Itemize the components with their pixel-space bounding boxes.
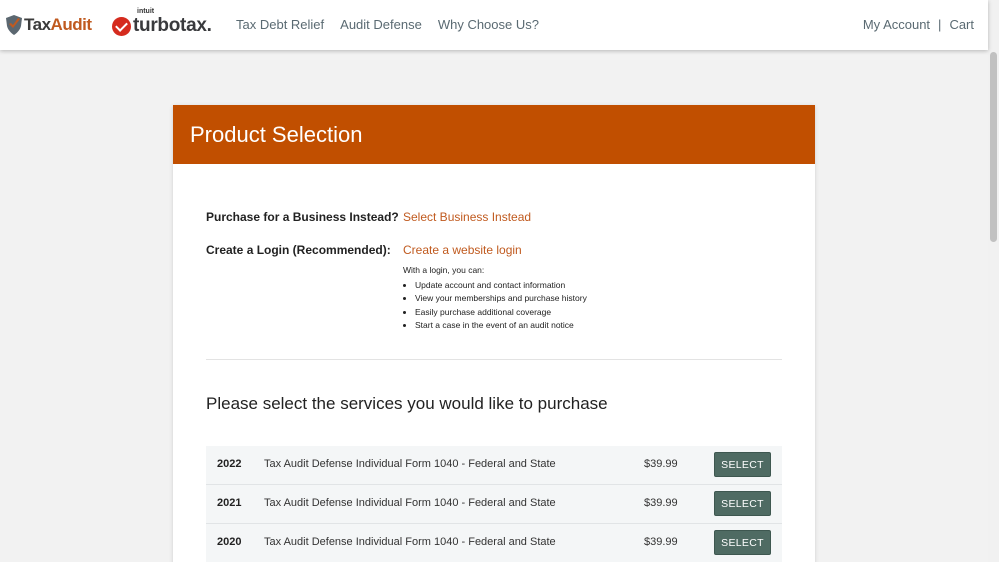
taxaudit-wordmark-suffix: Audit bbox=[50, 15, 92, 34]
nav-separator: | bbox=[938, 17, 942, 32]
product-row: 2021 Tax Audit Defense Individual Form 1… bbox=[206, 485, 782, 524]
list-item: View your memberships and purchase histo… bbox=[415, 292, 587, 305]
top-navigation-bar: TaxAudit intuit turbotax. Tax Debt Relie… bbox=[0, 0, 988, 50]
create-login-link[interactable]: Create a website login bbox=[403, 243, 522, 257]
list-item: Update account and contact information bbox=[415, 279, 587, 292]
scrollbar-thumb[interactable] bbox=[990, 52, 997, 242]
taxaudit-wordmark-prefix: Tax bbox=[24, 15, 51, 34]
page-title: Product Selection bbox=[190, 121, 363, 147]
login-label: Create a Login (Recommended): bbox=[206, 243, 391, 257]
list-item: Start a case in the event of an audit no… bbox=[415, 319, 587, 332]
product-description: Tax Audit Defense Individual Form 1040 -… bbox=[264, 497, 556, 509]
nav-why-choose-us[interactable]: Why Choose Us? bbox=[438, 17, 539, 32]
turbotax-label: turbotax. bbox=[133, 15, 212, 36]
product-row: 2020 Tax Audit Defense Individual Form 1… bbox=[206, 524, 782, 562]
shield-icon bbox=[6, 15, 22, 35]
card-header: Product Selection bbox=[173, 105, 815, 164]
section-divider bbox=[206, 359, 782, 360]
product-year: 2022 bbox=[217, 458, 242, 470]
page-scrollbar[interactable] bbox=[988, 0, 999, 562]
product-year: 2021 bbox=[217, 497, 242, 509]
turbotax-logo[interactable]: intuit turbotax. bbox=[112, 8, 212, 39]
main-nav: Tax Debt Relief Audit Defense Why Choose… bbox=[236, 17, 539, 32]
product-price: $39.99 bbox=[644, 536, 678, 548]
product-price: $39.99 bbox=[644, 458, 678, 470]
login-benefits-list: Update account and contact information V… bbox=[403, 279, 587, 332]
taxaudit-logo[interactable]: TaxAudit bbox=[6, 13, 92, 37]
cart-link[interactable]: Cart bbox=[949, 17, 974, 32]
my-account-link[interactable]: My Account bbox=[863, 17, 930, 32]
product-description: Tax Audit Defense Individual Form 1040 -… bbox=[264, 536, 556, 548]
product-price: $39.99 bbox=[644, 497, 678, 509]
product-year: 2020 bbox=[217, 536, 242, 548]
select-button[interactable]: SELECT bbox=[714, 530, 771, 555]
turbotax-check-icon bbox=[112, 16, 131, 36]
nav-tax-debt-relief[interactable]: Tax Debt Relief bbox=[236, 17, 324, 32]
taxaudit-wordmark: TaxAudit bbox=[24, 15, 92, 35]
product-row: 2022 Tax Audit Defense Individual Form 1… bbox=[206, 446, 782, 485]
select-business-link[interactable]: Select Business Instead bbox=[403, 210, 531, 224]
turbotax-wordmark: intuit turbotax. bbox=[133, 8, 212, 37]
login-benefits: With a login, you can: Update account an… bbox=[403, 265, 587, 332]
select-button[interactable]: SELECT bbox=[714, 452, 771, 477]
list-item: Easily purchase additional coverage bbox=[415, 306, 587, 319]
product-list: 2022 Tax Audit Defense Individual Form 1… bbox=[206, 446, 782, 562]
login-benefits-intro: With a login, you can: bbox=[403, 265, 485, 275]
nav-audit-defense[interactable]: Audit Defense bbox=[340, 17, 422, 32]
services-heading: Please select the services you would lik… bbox=[206, 394, 608, 413]
business-label: Purchase for a Business Instead? bbox=[206, 210, 399, 224]
product-description: Tax Audit Defense Individual Form 1040 -… bbox=[264, 458, 556, 470]
product-selection-card: Product Selection Purchase for a Busines… bbox=[173, 105, 815, 562]
account-links: My Account | Cart bbox=[863, 17, 974, 32]
intuit-label: intuit bbox=[137, 8, 155, 15]
select-button[interactable]: SELECT bbox=[714, 491, 771, 516]
